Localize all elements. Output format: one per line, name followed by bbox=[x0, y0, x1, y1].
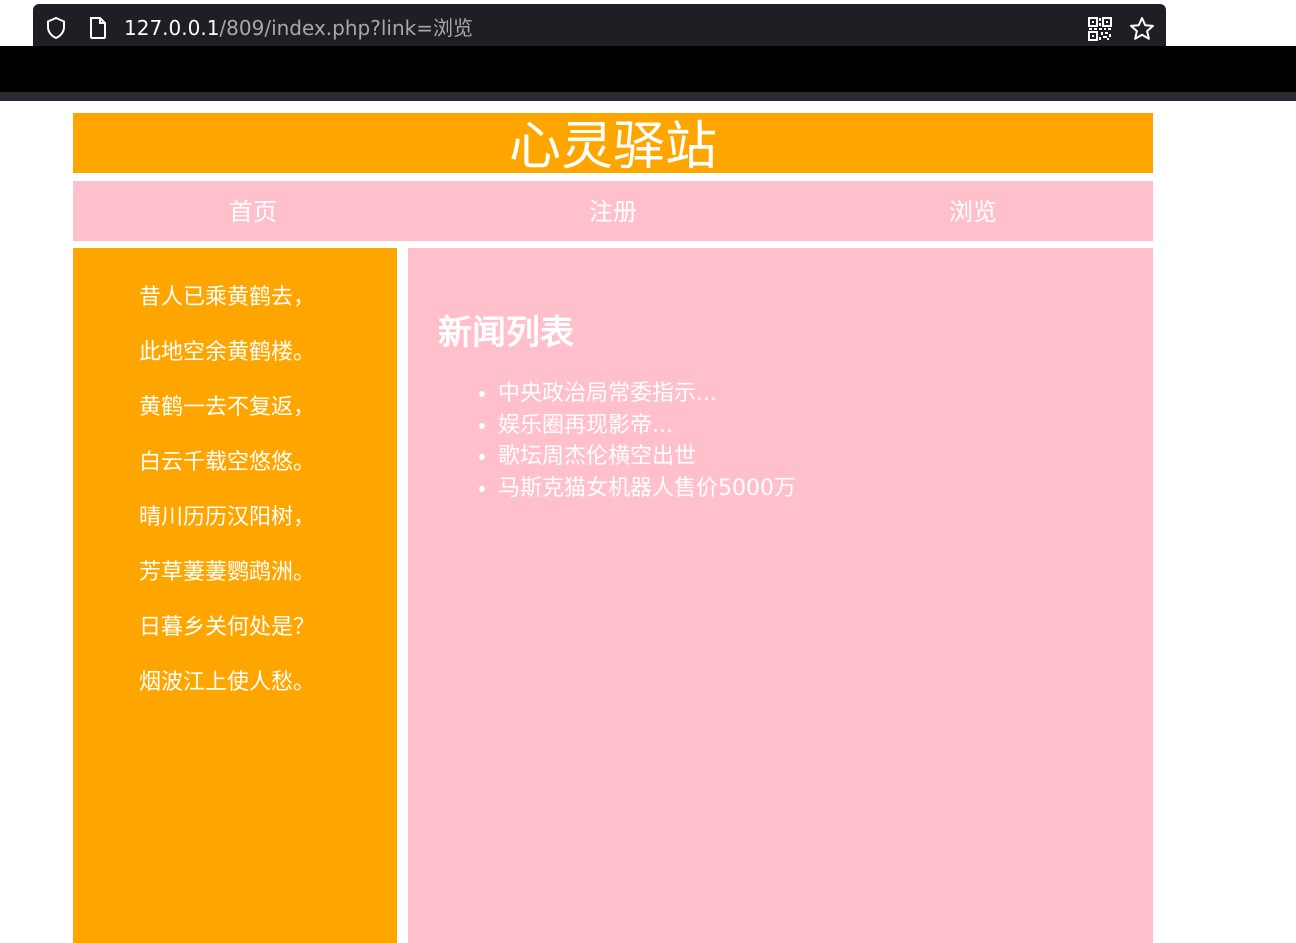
browser-toolbar: 127.0.0.1/809/index.php?link=浏览 bbox=[0, 0, 1296, 46]
site-title: 心灵驿站 bbox=[508, 117, 717, 173]
news-item-text: 中央政治局常委指示... bbox=[498, 381, 717, 406]
nav-link-home[interactable]: 首页 bbox=[73, 181, 433, 241]
news-item[interactable]: 马斯克猫女机器人售价5000万 bbox=[498, 473, 1153, 505]
news-item[interactable]: 歌坛周杰伦横空出世 bbox=[498, 441, 1153, 473]
site-header: 心灵驿站 bbox=[73, 113, 1153, 173]
poem-line: 晴川历历汉阳树， bbox=[139, 505, 316, 530]
news-item-text: 娱乐圈再现影帝... bbox=[498, 412, 673, 438]
news-item[interactable]: 中央政治局常委指示... bbox=[498, 378, 1153, 410]
url-text[interactable]: 127.0.0.1/809/index.php?link=浏览 bbox=[124, 15, 473, 41]
toolbar-divider bbox=[0, 92, 1296, 101]
poem-line: 烟波江上使人愁。 bbox=[139, 670, 316, 695]
nav-link-browse[interactable]: 浏览 bbox=[793, 181, 1153, 241]
news-item-text: 歌坛周杰伦横空出世 bbox=[498, 444, 697, 469]
shield-icon[interactable] bbox=[44, 16, 68, 40]
poem-line: 日暮乡关何处是？ bbox=[139, 615, 316, 640]
poem-line: 此地空余黄鹤楼。 bbox=[139, 340, 316, 365]
poem-line: 昔人已乘黄鹤去， bbox=[139, 285, 316, 310]
news-list: 中央政治局常委指示... 娱乐圈再现影帝... 歌坛周杰伦横空出世 马斯克猫女机… bbox=[438, 378, 1153, 504]
bookmarks-bar bbox=[0, 46, 1296, 92]
poem-line: 黄鹤一去不复返， bbox=[139, 395, 316, 420]
qr-code-icon[interactable] bbox=[1088, 17, 1112, 41]
url-path: /809/index.php?link=浏览 bbox=[219, 16, 473, 40]
main-nav: 首页 注册 浏览 bbox=[73, 181, 1153, 241]
page-icon bbox=[88, 16, 108, 40]
poem-line: 芳草萋萋鹦鹉洲。 bbox=[139, 560, 316, 585]
news-heading: 新闻列表 bbox=[438, 313, 574, 353]
news-item-text: 马斯克猫女机器人售价5000万 bbox=[498, 475, 796, 501]
main-content: 新闻列表 中央政治局常委指示... 娱乐圈再现影帝... 歌坛周杰伦横空出世 马… bbox=[408, 248, 1153, 943]
url-host: 127.0.0.1 bbox=[124, 16, 220, 40]
sidebar-poem: 昔人已乘黄鹤去， 此地空余黄鹤楼。 黄鹤一去不复返， 白云千载空悠悠。 晴川历历… bbox=[73, 248, 397, 943]
poem-line: 白云千载空悠悠。 bbox=[139, 450, 316, 475]
star-icon[interactable] bbox=[1128, 15, 1156, 43]
news-item[interactable]: 娱乐圈再现影帝... bbox=[498, 410, 1153, 442]
nav-link-register[interactable]: 注册 bbox=[433, 181, 793, 241]
